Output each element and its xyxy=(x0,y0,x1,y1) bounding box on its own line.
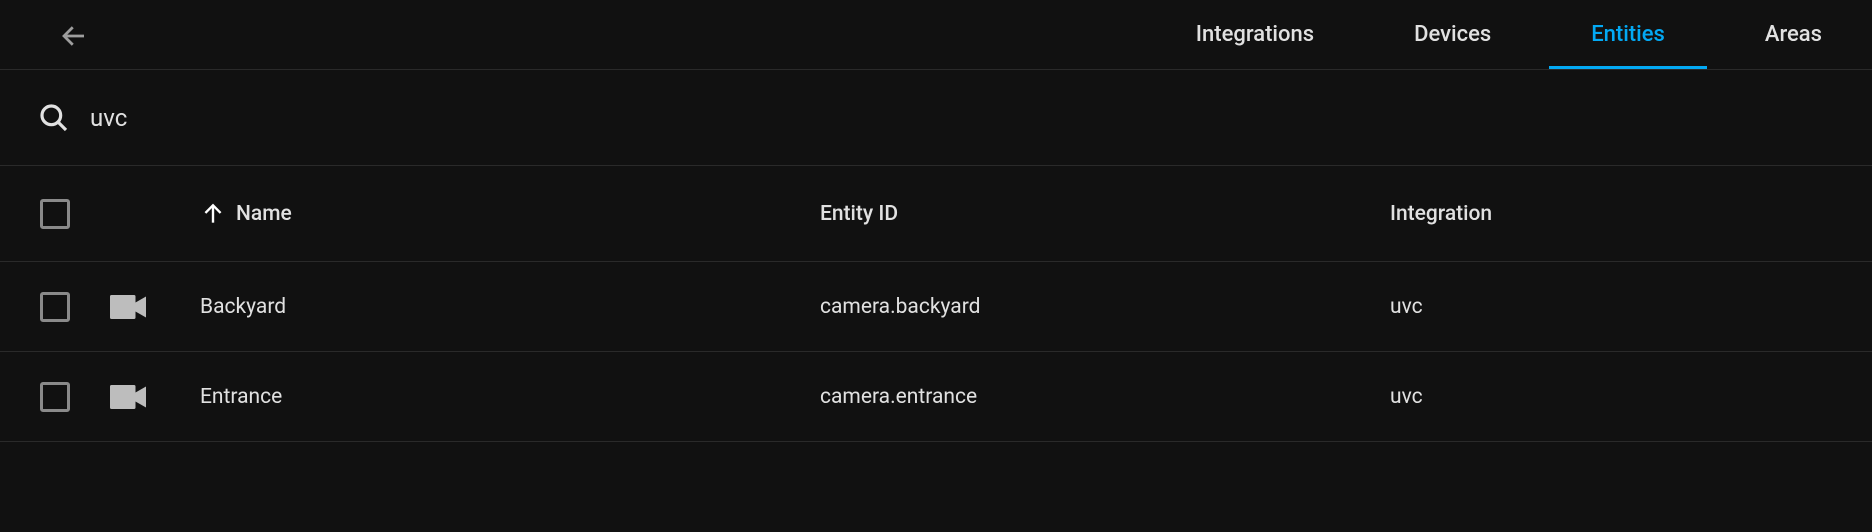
search-input[interactable] xyxy=(90,104,1834,132)
row-checkbox[interactable] xyxy=(40,382,70,412)
row-name: Backyard xyxy=(200,295,820,319)
top-bar: Integrations Devices Entities Areas xyxy=(0,0,1872,70)
column-header-integration[interactable]: Integration xyxy=(1390,202,1872,226)
row-entity-id: camera.entrance xyxy=(820,385,1390,409)
tab-areas[interactable]: Areas xyxy=(1715,0,1872,69)
tab-entities[interactable]: Entities xyxy=(1541,0,1715,69)
row-entity-id: camera.backyard xyxy=(820,295,1390,319)
tabs: Integrations Devices Entities Areas xyxy=(1146,0,1872,69)
row-checkbox[interactable] xyxy=(40,292,70,322)
search-bar xyxy=(0,70,1872,166)
column-header-name-label: Name xyxy=(236,202,292,226)
sort-ascending-icon xyxy=(200,201,226,227)
table-row[interactable]: Entrance camera.entrance uvc xyxy=(0,352,1872,442)
tab-integrations[interactable]: Integrations xyxy=(1146,0,1364,69)
camera-icon xyxy=(110,293,146,321)
table-header-row: Name Entity ID Integration xyxy=(0,166,1872,262)
arrow-left-icon xyxy=(59,21,89,51)
table-row[interactable]: Backyard camera.backyard uvc xyxy=(0,262,1872,352)
back-button[interactable] xyxy=(50,12,98,60)
select-all-checkbox[interactable] xyxy=(40,199,70,229)
column-header-entity-id[interactable]: Entity ID xyxy=(820,202,1390,226)
row-integration: uvc xyxy=(1390,385,1872,409)
row-integration: uvc xyxy=(1390,295,1872,319)
entities-table: Name Entity ID Integration Backyard came… xyxy=(0,166,1872,442)
search-icon xyxy=(38,102,70,134)
column-header-name[interactable]: Name xyxy=(200,201,820,227)
row-name: Entrance xyxy=(200,385,820,409)
camera-icon xyxy=(110,383,146,411)
tab-devices[interactable]: Devices xyxy=(1364,0,1541,69)
